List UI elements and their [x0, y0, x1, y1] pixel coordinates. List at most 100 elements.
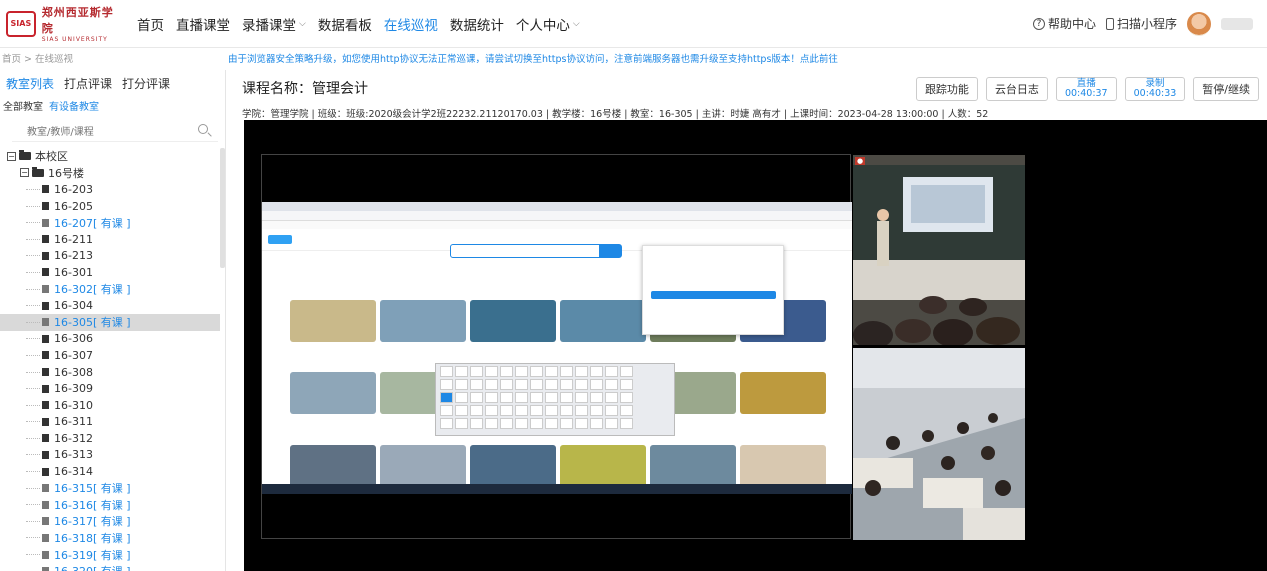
nav-item-3[interactable]: 数据看板: [318, 14, 372, 34]
tree-node-room[interactable]: 16-313: [0, 447, 220, 464]
keyboard-key: [620, 379, 633, 390]
keyboard-row: [436, 403, 674, 416]
tree-node-room[interactable]: 16-302[ 有课 ]: [0, 281, 220, 298]
tree-node-room-label: 16-308: [54, 365, 93, 379]
screen-share-video[interactable]: [261, 154, 852, 539]
classroom-front-image: [853, 155, 1025, 349]
tree-node-building[interactable]: − 16号楼: [0, 165, 220, 182]
keyboard-key: [620, 405, 633, 416]
nav-item-label: 数据看板: [317, 17, 372, 34]
nav-item-2[interactable]: 录播课堂 ⌵: [242, 14, 306, 34]
tree-node-room[interactable]: 16-211: [0, 231, 220, 248]
keyboard-key: [575, 379, 588, 390]
tree-node-room[interactable]: 16-314: [0, 463, 220, 480]
tree-node-room[interactable]: 16-319[ 有课 ]: [0, 546, 220, 563]
tree-node-room-label: 16-207[ 有课 ]: [54, 216, 131, 230]
tree-node-room[interactable]: 16-318[ 有课 ]: [0, 530, 220, 547]
sidebar-tabs: 教室列表 打点评课 打分评课: [0, 70, 225, 96]
collapse-icon[interactable]: −: [7, 151, 16, 161]
keyboard-key: [455, 405, 468, 416]
thumbnail: [560, 300, 646, 342]
filter-rooms-with-device[interactable]: 有设备教室: [49, 98, 99, 113]
sidebar-tab-0[interactable]: 教室列表: [6, 75, 54, 92]
tree-node-room[interactable]: 16-305[ 有课 ]: [0, 313, 220, 331]
windows-taskbar: [262, 484, 852, 494]
main-panel: 课程名称：管理会计 跟踪功能 云台日志 直播 00:40:37 录制 00:40…: [232, 70, 1267, 571]
tree-node-room[interactable]: 16-317[ 有课 ]: [0, 513, 220, 530]
room-icon: [42, 235, 49, 244]
tree-connector: [26, 487, 40, 489]
tree-node-campus[interactable]: − 本校区: [0, 148, 220, 165]
nav-item-label: 在线巡视: [383, 17, 438, 34]
room-icon: [42, 484, 49, 493]
keyboard-key: [605, 366, 618, 377]
nav-item-1[interactable]: 直播课堂: [176, 14, 230, 34]
phone-icon: [1105, 17, 1114, 30]
tree-node-room[interactable]: 16-312: [0, 430, 220, 447]
pause-resume-button[interactable]: 暂停/继续: [1193, 77, 1259, 101]
student-camera-video[interactable]: [853, 348, 1025, 540]
nav-item-0[interactable]: 首页: [137, 14, 164, 34]
tree-node-room[interactable]: 16-207[ 有课 ]: [0, 214, 220, 231]
nav-item-5[interactable]: 数据统计: [450, 14, 504, 34]
user-name-blurred[interactable]: [1221, 17, 1253, 30]
tree-node-room-label: 16-318[ 有课 ]: [54, 531, 131, 545]
user-avatar[interactable]: [1187, 11, 1211, 36]
tree-connector: [26, 504, 40, 506]
room-search-input[interactable]: [12, 122, 192, 143]
tree-node-room[interactable]: 16-213: [0, 248, 220, 265]
tree-node-room[interactable]: 16-301: [0, 264, 220, 281]
miniprogram-link[interactable]: 扫描小程序: [1105, 15, 1177, 32]
tree-node-room[interactable]: 16-308: [0, 364, 220, 381]
track-button[interactable]: 跟踪功能: [915, 77, 978, 101]
tree-node-room[interactable]: 16-315[ 有课 ]: [0, 480, 220, 497]
keyboard-key: [545, 366, 558, 377]
ptz-log-button[interactable]: 云台日志: [985, 77, 1048, 101]
tree-node-room[interactable]: 16-309: [0, 380, 220, 397]
tree-node-room[interactable]: 16-307: [0, 347, 220, 364]
nav-item-label: 录播课堂: [242, 17, 296, 34]
help-center-link[interactable]: ? 帮助中心: [1032, 15, 1096, 32]
keyboard-key: [500, 418, 513, 429]
sidebar-tab-2[interactable]: 打分评课: [122, 75, 170, 92]
nav-item-6[interactable]: 个人中心 ⌵: [516, 14, 580, 34]
nav-item-label: 首页: [137, 17, 164, 34]
tree-node-room-label: 16-314: [54, 465, 93, 479]
room-search: [12, 120, 218, 143]
tree-node-room[interactable]: 16-320[ 有课 ]: [0, 563, 220, 571]
room-icon: [42, 384, 49, 393]
room-icon: [42, 301, 49, 310]
filter-all-rooms[interactable]: 全部教室: [3, 98, 43, 113]
tree-node-room-label: 16-203: [54, 182, 93, 196]
search-icon[interactable]: [198, 124, 208, 134]
school-logo[interactable]: SIAS 郑州西亚斯学院 SIAS UNIVERSITY: [0, 0, 125, 48]
tree-node-room-label: 16-213: [54, 249, 93, 263]
keyboard-key: [485, 405, 498, 416]
folder-icon: [32, 166, 44, 177]
keyboard-key: [530, 418, 543, 429]
site-logo: [268, 235, 292, 244]
record-button[interactable]: 录制 00:40:33: [1124, 77, 1186, 101]
collapse-icon[interactable]: −: [20, 168, 29, 178]
tree-node-room[interactable]: 16-304: [0, 297, 220, 314]
onscreen-keyboard: [435, 363, 675, 436]
tree-node-room[interactable]: 16-310: [0, 397, 220, 414]
https-notice-link[interactable]: 由于浏览器安全策略升级，如您使用http协议无法正常巡课，请尝试切换至https…: [228, 51, 838, 65]
sidebar-scrollbar[interactable]: [220, 148, 225, 268]
camera-rec-badge: ●: [855, 157, 866, 165]
live-button[interactable]: 直播 00:40:37: [1055, 77, 1117, 101]
thumbnail: [290, 372, 376, 414]
nav-item-4[interactable]: 在线巡视: [384, 14, 438, 34]
site-search-button: [599, 245, 621, 257]
sidebar-tab-1[interactable]: 打点评课: [64, 75, 112, 92]
tree-node-room[interactable]: 16-203: [0, 181, 220, 198]
breadcrumb[interactable]: 首页 > 在线巡视: [0, 51, 228, 65]
tree-connector: [26, 305, 40, 307]
tree-node-room[interactable]: 16-205: [0, 198, 220, 215]
room-icon: [42, 251, 49, 260]
tree-node-room[interactable]: 16-316[ 有课 ]: [0, 496, 220, 513]
tree-node-room[interactable]: 16-311: [0, 414, 220, 431]
tree-node-room[interactable]: 16-306: [0, 331, 220, 348]
tree-node-room-label: 16-205: [54, 199, 93, 213]
teacher-camera-video[interactable]: ●: [853, 155, 1025, 349]
